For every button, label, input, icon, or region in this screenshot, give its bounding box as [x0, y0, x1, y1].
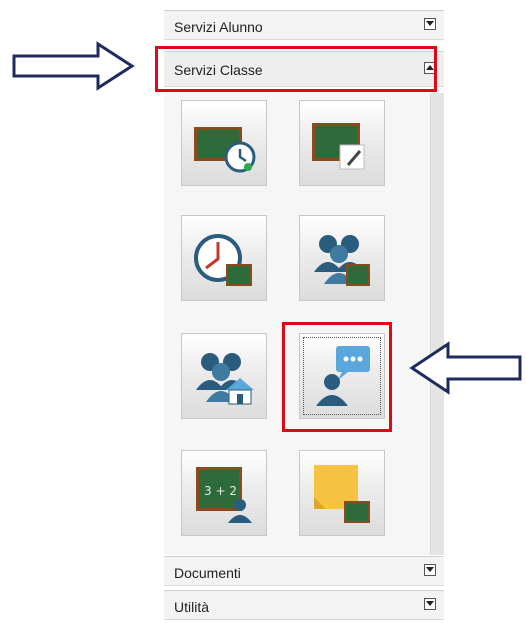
- highlight-servizi-classe: [155, 46, 437, 92]
- highlight-tile: [282, 322, 392, 432]
- blackboard-clock-icon: [194, 127, 256, 173]
- arrow-left-icon: [409, 341, 522, 395]
- svg-text:3 + 2: 3 + 2: [204, 484, 237, 498]
- group-school-icon: [196, 353, 254, 405]
- tile-blackboard-clock[interactable]: [181, 100, 267, 186]
- clock-blackboard-icon: [194, 234, 252, 286]
- expand-icon[interactable]: [424, 18, 436, 30]
- group-blackboard-icon: [314, 235, 370, 286]
- section-label: Utilità: [174, 599, 210, 615]
- section-label: Documenti: [174, 565, 241, 581]
- expand-icon[interactable]: [424, 598, 436, 610]
- tile-blackboard-pencil[interactable]: [299, 100, 385, 186]
- section-servizi-alunno[interactable]: Servizi Alunno: [164, 10, 444, 40]
- tile-group-blackboard[interactable]: [299, 215, 385, 301]
- expand-icon[interactable]: [424, 564, 436, 576]
- scrollbar[interactable]: [430, 93, 444, 555]
- section-label: Servizi Alunno: [174, 19, 263, 35]
- arrow-right-icon: [12, 41, 135, 91]
- sticky-note-blackboard-icon: [314, 465, 370, 523]
- tile-sticky-note-blackboard[interactable]: [299, 450, 385, 536]
- tile-clock-blackboard[interactable]: [181, 215, 267, 301]
- section-utilita[interactable]: Utilità: [164, 590, 444, 620]
- section-documenti[interactable]: Documenti: [164, 556, 444, 586]
- tile-blackboard-math-user[interactable]: 3 + 2: [181, 450, 267, 536]
- blackboard-pencil-icon: [312, 123, 365, 170]
- blackboard-math-user-icon: 3 + 2: [196, 467, 252, 523]
- tile-group-school[interactable]: [181, 333, 267, 419]
